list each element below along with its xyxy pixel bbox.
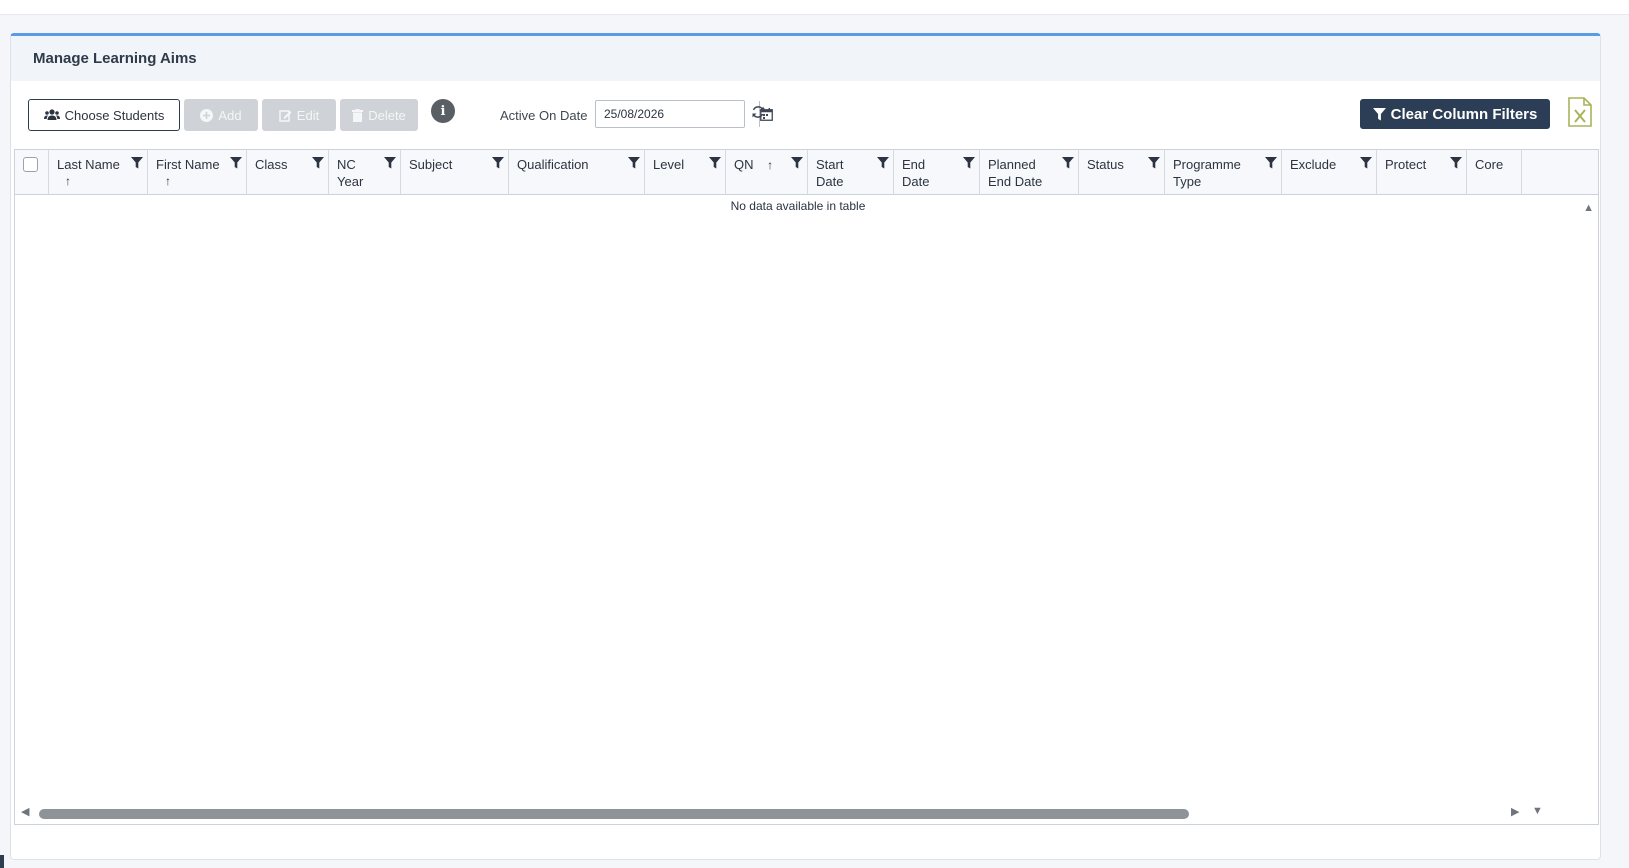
scroll-right-arrow[interactable]: ▶ [1511, 805, 1519, 818]
grid-header: Last Name ↑ First Name ↑ Class NC Year S… [15, 150, 1598, 195]
sort-asc-icon[interactable]: ↑ [757, 158, 773, 172]
column-first-name[interactable]: First Name ↑ [148, 150, 247, 194]
filter-icon[interactable] [1062, 157, 1074, 169]
learning-aims-grid: Last Name ↑ First Name ↑ Class NC Year S… [14, 149, 1599, 825]
excel-export-icon[interactable] [1568, 97, 1592, 127]
choose-students-label: Choose Students [64, 107, 165, 123]
add-button[interactable]: Add [184, 99, 258, 131]
column-class[interactable]: Class [247, 150, 329, 194]
edit-label: Edit [296, 107, 320, 123]
empty-table-message: No data available in table [730, 199, 866, 213]
scroll-up-arrow[interactable]: ▲ [1583, 202, 1594, 214]
filter-icon[interactable] [1265, 157, 1277, 169]
column-label: NC Year [337, 157, 364, 189]
choose-students-button[interactable]: Choose Students [28, 99, 180, 131]
column-status[interactable]: Status [1079, 150, 1165, 194]
toolbar: Choose Students Add Edit Delete i Active… [11, 97, 1600, 139]
trash-icon [352, 108, 364, 122]
filter-icon[interactable] [1148, 157, 1160, 169]
column-label: Last Name [57, 157, 120, 172]
panel-title: Manage Learning Aims [33, 50, 197, 67]
delete-button[interactable]: Delete [340, 99, 418, 131]
edit-button[interactable]: Edit [262, 99, 336, 131]
filter-icon[interactable] [230, 157, 242, 169]
column-label: Status [1087, 157, 1124, 172]
scroll-down-arrow[interactable]: ▼ [1532, 805, 1543, 817]
edit-icon [279, 109, 292, 122]
column-planned-end-date[interactable]: Planned End Date [980, 150, 1079, 194]
sort-asc-icon[interactable]: ↑ [57, 173, 147, 190]
column-label: Subject [409, 157, 453, 172]
column-start-date[interactable]: Start Date [808, 150, 894, 194]
filter-icon[interactable] [492, 157, 504, 169]
delete-label: Delete [368, 107, 406, 123]
top-bar [0, 0, 1629, 15]
column-label: Core [1475, 157, 1504, 172]
filter-icon [1372, 107, 1386, 120]
sort-asc-icon[interactable]: ↑ [156, 173, 246, 190]
active-on-date-input[interactable] [596, 101, 759, 127]
column-label: QN [734, 157, 754, 172]
filter-icon[interactable] [628, 157, 640, 169]
scroll-left-arrow[interactable]: ◀ [21, 805, 29, 818]
corner-mark [0, 855, 4, 868]
filter-icon[interactable] [963, 157, 975, 169]
column-label: Qualification [517, 157, 589, 172]
panel-header: Manage Learning Aims [11, 36, 1600, 81]
clear-column-filters-button[interactable]: Clear Column Filters [1360, 99, 1550, 129]
filter-icon[interactable] [131, 157, 143, 169]
horizontal-scrollbar[interactable]: ◀ ▶ ▼ [15, 802, 1598, 824]
add-label: Add [218, 107, 242, 123]
active-on-date-label: Active On Date [500, 108, 588, 123]
select-all-column [15, 150, 49, 194]
info-icon[interactable]: i [431, 99, 455, 123]
filter-icon[interactable] [1450, 157, 1462, 169]
column-nc-year[interactable]: NC Year [329, 150, 401, 194]
filter-icon[interactable] [791, 157, 803, 169]
filter-icon[interactable] [312, 157, 324, 169]
scrollbar-thumb[interactable] [39, 809, 1189, 819]
column-core[interactable]: Core [1467, 150, 1522, 194]
filter-icon[interactable] [709, 157, 721, 169]
column-end-date[interactable]: End Date [894, 150, 980, 194]
column-subject[interactable]: Subject [401, 150, 509, 194]
column-protect[interactable]: Protect [1377, 150, 1467, 194]
column-level[interactable]: Level [645, 150, 726, 194]
column-label: Start Date [816, 157, 844, 189]
manage-learning-aims-panel: Manage Learning Aims Choose Students Add [10, 33, 1601, 860]
active-on-date-picker [595, 100, 773, 128]
column-label: Programme Type [1173, 157, 1241, 189]
refresh-icon[interactable] [751, 105, 765, 119]
column-label: Protect [1385, 157, 1427, 172]
column-qualification[interactable]: Qualification [509, 150, 645, 194]
column-label: Planned End Date [988, 157, 1043, 189]
clear-column-filters-label: Clear Column Filters [1390, 105, 1538, 123]
filter-icon[interactable] [384, 157, 396, 169]
column-exclude[interactable]: Exclude [1282, 150, 1377, 194]
column-label: Exclude [1290, 157, 1337, 172]
column-label: Class [255, 157, 288, 172]
column-last-name[interactable]: Last Name ↑ [49, 150, 148, 194]
select-all-checkbox[interactable] [23, 157, 38, 172]
column-label: First Name [156, 157, 220, 172]
filter-icon[interactable] [1360, 157, 1372, 169]
column-programme-type[interactable]: Programme Type [1165, 150, 1282, 194]
column-label: Level [653, 157, 685, 172]
column-qn[interactable]: QN ↑ [726, 150, 808, 194]
filter-icon[interactable] [877, 157, 889, 169]
plus-circle-icon [200, 108, 214, 122]
users-icon [43, 109, 60, 120]
column-label: End Date [902, 157, 930, 189]
